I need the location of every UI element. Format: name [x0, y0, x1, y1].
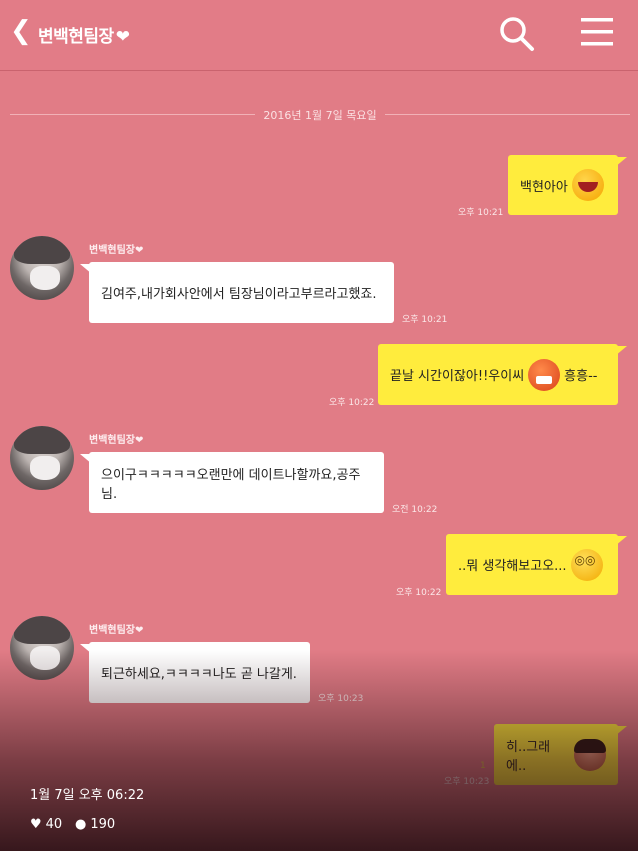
message-text: 히..그래에..	[506, 739, 551, 774]
message-time: 오전 10:22	[392, 505, 438, 515]
like-button[interactable]: ♥ 40	[30, 817, 62, 832]
their-message-bubble[interactable]: 김여주,내가회사안에서 팀장님이라고부르라고했죠.	[80, 262, 394, 323]
search-button[interactable]	[497, 14, 537, 54]
devil-face-emoji	[528, 358, 561, 391]
chat-title: 변백현팀장 ❤	[38, 27, 130, 47]
sender-name: 변백현팀장❤	[89, 435, 144, 446]
grinning-face-emoji	[571, 169, 604, 201]
chevron-left-icon: ❮	[10, 16, 32, 46]
my-message-bubble[interactable]: 히..그래에..	[494, 724, 627, 785]
hamburger-menu-icon	[581, 18, 613, 46]
message-time: 오후 10:23	[318, 694, 364, 704]
message-time: 오후 10:22	[329, 398, 375, 408]
post-date: 1월 7일 오후 06:22	[30, 788, 145, 803]
date-divider-text: 2016년 1월 7일 목요일	[263, 109, 377, 122]
comment-button[interactable]: ● 190	[75, 817, 115, 832]
their-message-bubble[interactable]: 퇴근하세요,ㅋㅋㅋㅋ나도 곧 나갈게.	[80, 642, 310, 703]
message-text: 퇴근하세요,ㅋㅋㅋㅋ나도 곧 나갈게.	[101, 667, 297, 682]
avatar[interactable]	[10, 426, 74, 490]
chat-header: ❮ 변백현팀장 ❤	[0, 0, 638, 71]
unread-count: 1	[480, 761, 486, 771]
sender-name: 변백현팀장❤	[89, 245, 144, 256]
my-message-bubble[interactable]: 끝날 시간이잖아!!우이씨 흥흥--	[378, 344, 627, 405]
menu-button[interactable]	[579, 16, 615, 48]
my-message-bubble[interactable]: 백현아아	[508, 155, 627, 215]
dizzy-face-emoji	[570, 548, 603, 581]
message-text: 백현아아	[520, 179, 568, 195]
search-icon	[500, 17, 534, 51]
message-time: 오후 10:21	[458, 208, 504, 218]
comment-bubble-icon: ●	[75, 817, 87, 832]
avatar[interactable]	[10, 616, 74, 680]
message-time: 오후 10:21	[402, 315, 448, 325]
message-time: 오후 10:23	[444, 777, 490, 787]
message-time: 오후 10:22	[396, 588, 442, 598]
message-text: 으이구ㅋㅋㅋㅋㅋ오랜만에 데이트나할까요,공주님.	[101, 467, 361, 502]
heart-icon: ❤	[115, 27, 130, 47]
divider-line	[385, 114, 630, 115]
sender-name: 변백현팀장❤	[89, 625, 144, 636]
like-count: 40	[45, 817, 63, 832]
my-message-bubble[interactable]: ..뭐 생각해보고오...	[446, 534, 627, 595]
message-text: ..뭐 생각해보고오...	[458, 559, 567, 574]
their-message-bubble[interactable]: 으이구ㅋㅋㅋㅋㅋ오랜만에 데이트나할까요,공주님.	[80, 452, 384, 513]
message-text: 끝날 시간이잖아!!우이씨	[390, 369, 525, 384]
back-button[interactable]: ❮	[10, 16, 32, 50]
date-divider: 2016년 1월 7일 목요일	[10, 104, 630, 126]
avatar[interactable]	[10, 236, 74, 300]
comment-count: 190	[90, 817, 116, 832]
message-text: 김여주,내가회사안에서 팀장님이라고부르라고했죠.	[101, 287, 377, 302]
heart-icon: ♥	[30, 817, 42, 832]
shy-face-emoji	[574, 738, 606, 771]
message-text: 흥흥--	[564, 369, 598, 384]
